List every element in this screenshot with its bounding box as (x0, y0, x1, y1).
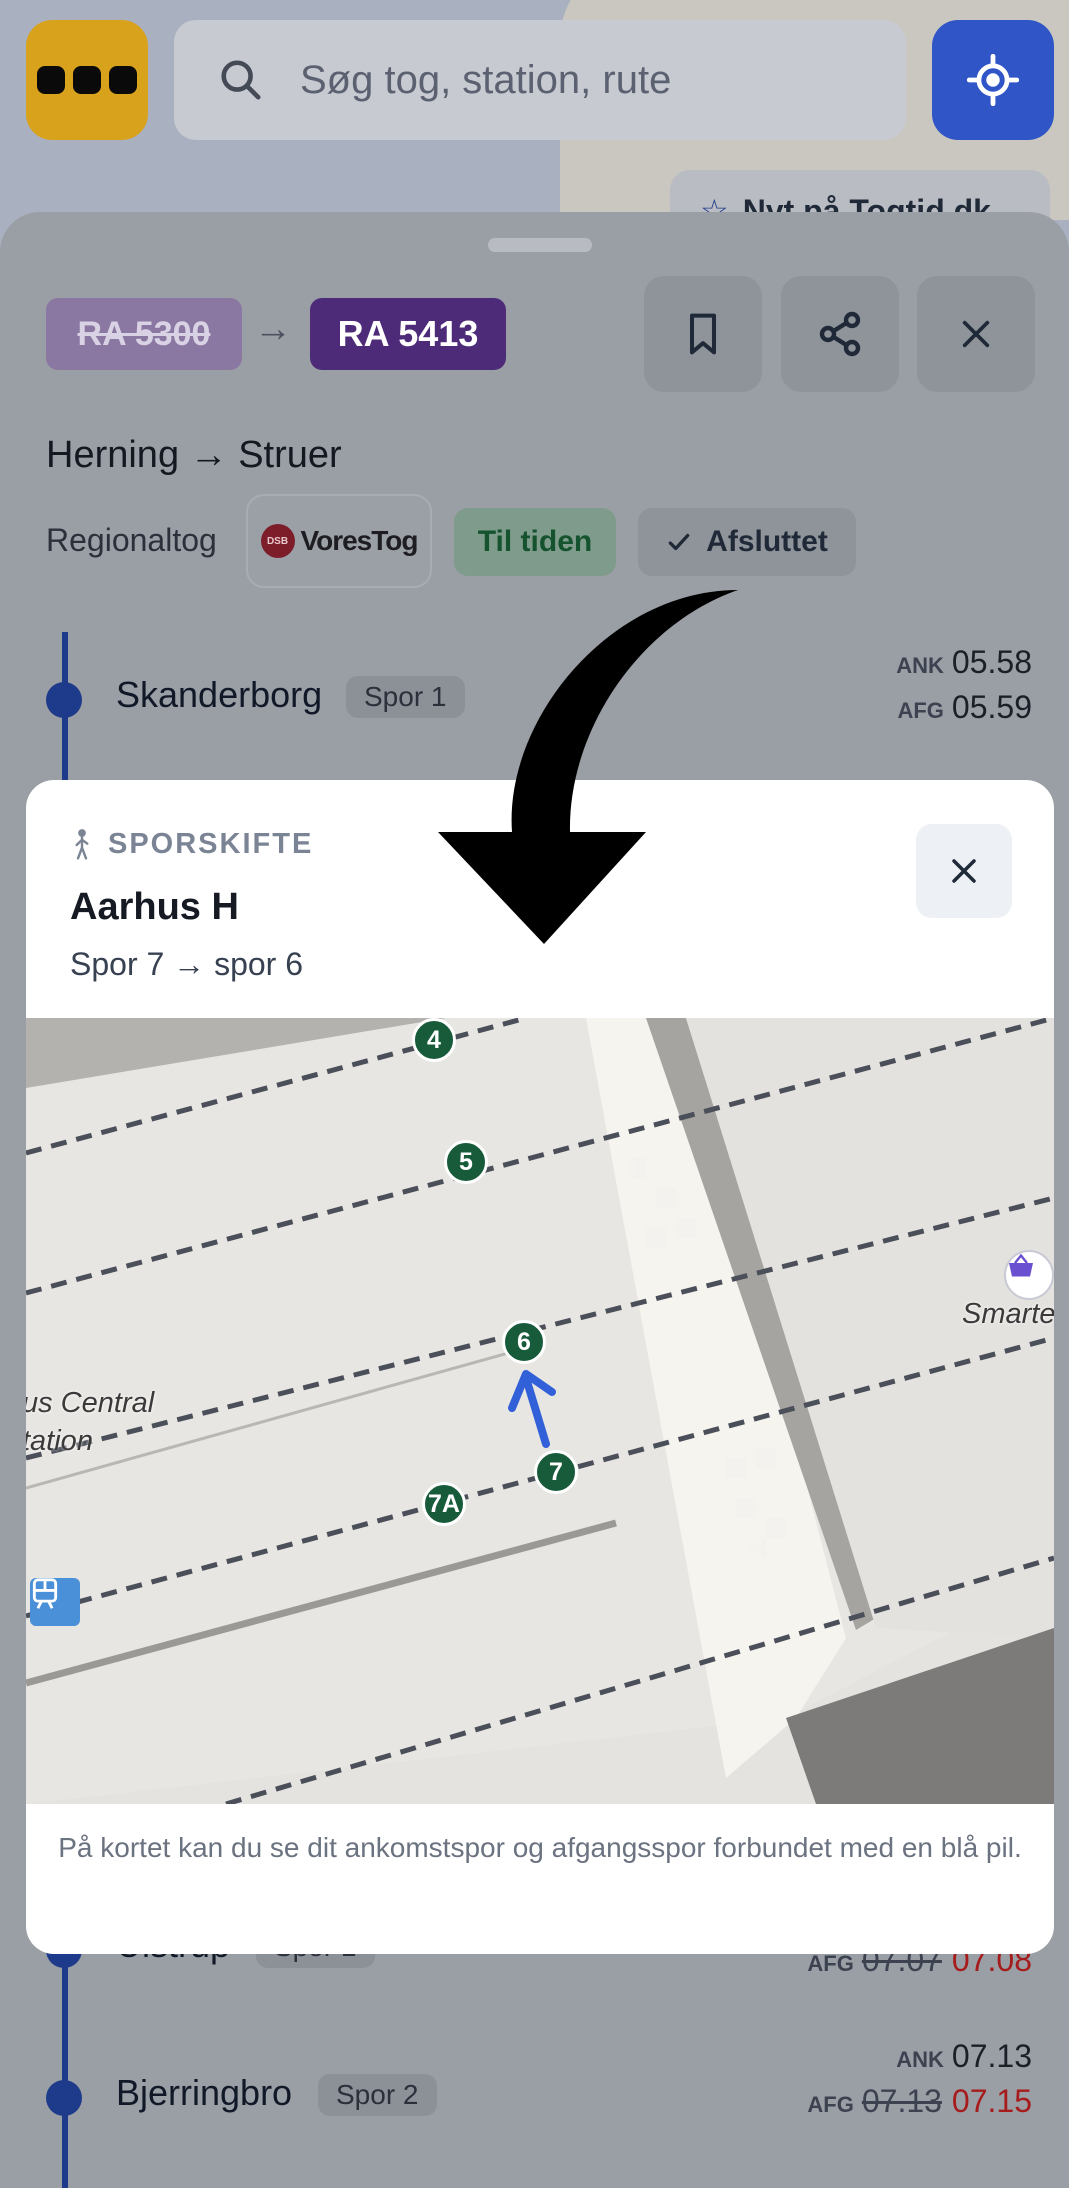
locate-button[interactable] (932, 20, 1054, 140)
station-map-label: us Central tation (26, 1384, 154, 1460)
modal-station-title: Aarhus H (70, 886, 239, 928)
menu-icon (37, 66, 65, 94)
stop-times: ANK 05.58 AFG 05.59 (896, 644, 1032, 734)
arrival-label: ANK (896, 653, 944, 678)
modal-close-button[interactable] (916, 824, 1012, 918)
menu-button[interactable] (26, 20, 148, 140)
modal-footer-text: På kortet kan du se dit ankomstspor og a… (58, 1832, 1022, 1863)
old-train-number: RA 5300 (46, 298, 242, 370)
menu-icon-dot (73, 66, 101, 94)
stop-name: Skanderborg (116, 674, 323, 715)
departure-label: AFG (897, 698, 944, 723)
bookmark-icon (689, 313, 717, 355)
check-icon (668, 533, 690, 551)
arrival-time: 05.58 (951, 644, 1032, 680)
search-icon (221, 60, 261, 100)
operator-name: VoresTog (300, 525, 419, 556)
station-map-label-line2: tation (26, 1425, 93, 1457)
locate-icon (967, 54, 1019, 106)
track-7a-pin[interactable]: 7A (422, 1482, 466, 1526)
departure-label: AFG (807, 2092, 854, 2117)
stop-times: ANK 07.13 AFG 07.13 07.15 (807, 2038, 1032, 2128)
stop-node (46, 682, 82, 718)
arrival-time: 07.13 (951, 2038, 1032, 2074)
train-station-icon[interactable] (30, 1578, 80, 1626)
station-map-drawing (26, 1018, 1054, 1804)
status-on-time-badge: Til tiden (454, 508, 616, 576)
bookmark-button[interactable] (644, 276, 762, 392)
status-finished-label: Afsluttet (706, 525, 828, 558)
close-icon (952, 859, 976, 883)
operator-logo: DSB (260, 524, 295, 558)
search-placeholder: Søg tog, station, rute (300, 57, 672, 102)
track-4-pin[interactable]: 4 (412, 1018, 456, 1062)
share-button[interactable] (781, 276, 899, 392)
departure-actual: 07.15 (951, 2083, 1032, 2119)
train-type: Regionaltog (46, 522, 217, 558)
stop-name: Bjerringbro (116, 2072, 293, 2113)
departure-time: 05.59 (951, 689, 1032, 725)
station-map[interactable]: 4 5 6 7 7A us Central tation Smarte (26, 1018, 1054, 1804)
stop-node (46, 2080, 82, 2116)
track-5-pin[interactable]: 5 (444, 1140, 488, 1184)
new-train-number: RA 5413 (310, 298, 506, 370)
close-sheet-button[interactable] (917, 276, 1035, 392)
track-7-pin[interactable]: 7 (534, 1450, 578, 1494)
operator-badge[interactable]: DSB VoresTog (246, 494, 432, 588)
annotation-arrow-icon (438, 590, 738, 944)
shop-map-label: Smarte (962, 1298, 1054, 1330)
stop-row[interactable]: Bjerringbro Spor 2 ANK 07.13 AFG 07.13 07.1… (46, 2038, 1046, 2144)
departure-label: AFG (807, 1951, 854, 1976)
search-input[interactable]: Søg tog, station, rute (174, 20, 906, 140)
modal-kicker: SPORSKIFTE (70, 828, 313, 861)
share-icon (819, 311, 861, 357)
arrival-label: ANK (896, 2047, 944, 2072)
modal-track-change: Spor 7 → spor 6 (70, 946, 303, 982)
menu-icon-dot (109, 66, 137, 94)
sheet-handle[interactable] (488, 238, 592, 252)
close-icon (962, 320, 990, 348)
train-number-arrow: → (254, 308, 292, 350)
walking-icon (75, 828, 89, 860)
stop-track: Spor 2 (318, 2074, 437, 2116)
modal-kicker-label: SPORSKIFTE (108, 828, 314, 860)
track-6-pin[interactable]: 6 (502, 1320, 546, 1364)
route-title: Herning → Struer (46, 434, 342, 476)
shopping-basket-icon[interactable] (1004, 1250, 1054, 1300)
departure-scheduled: 07.13 (861, 2083, 942, 2119)
status-finished-badge: Afsluttet (638, 508, 856, 576)
station-map-label-line1: us Central (26, 1387, 155, 1419)
